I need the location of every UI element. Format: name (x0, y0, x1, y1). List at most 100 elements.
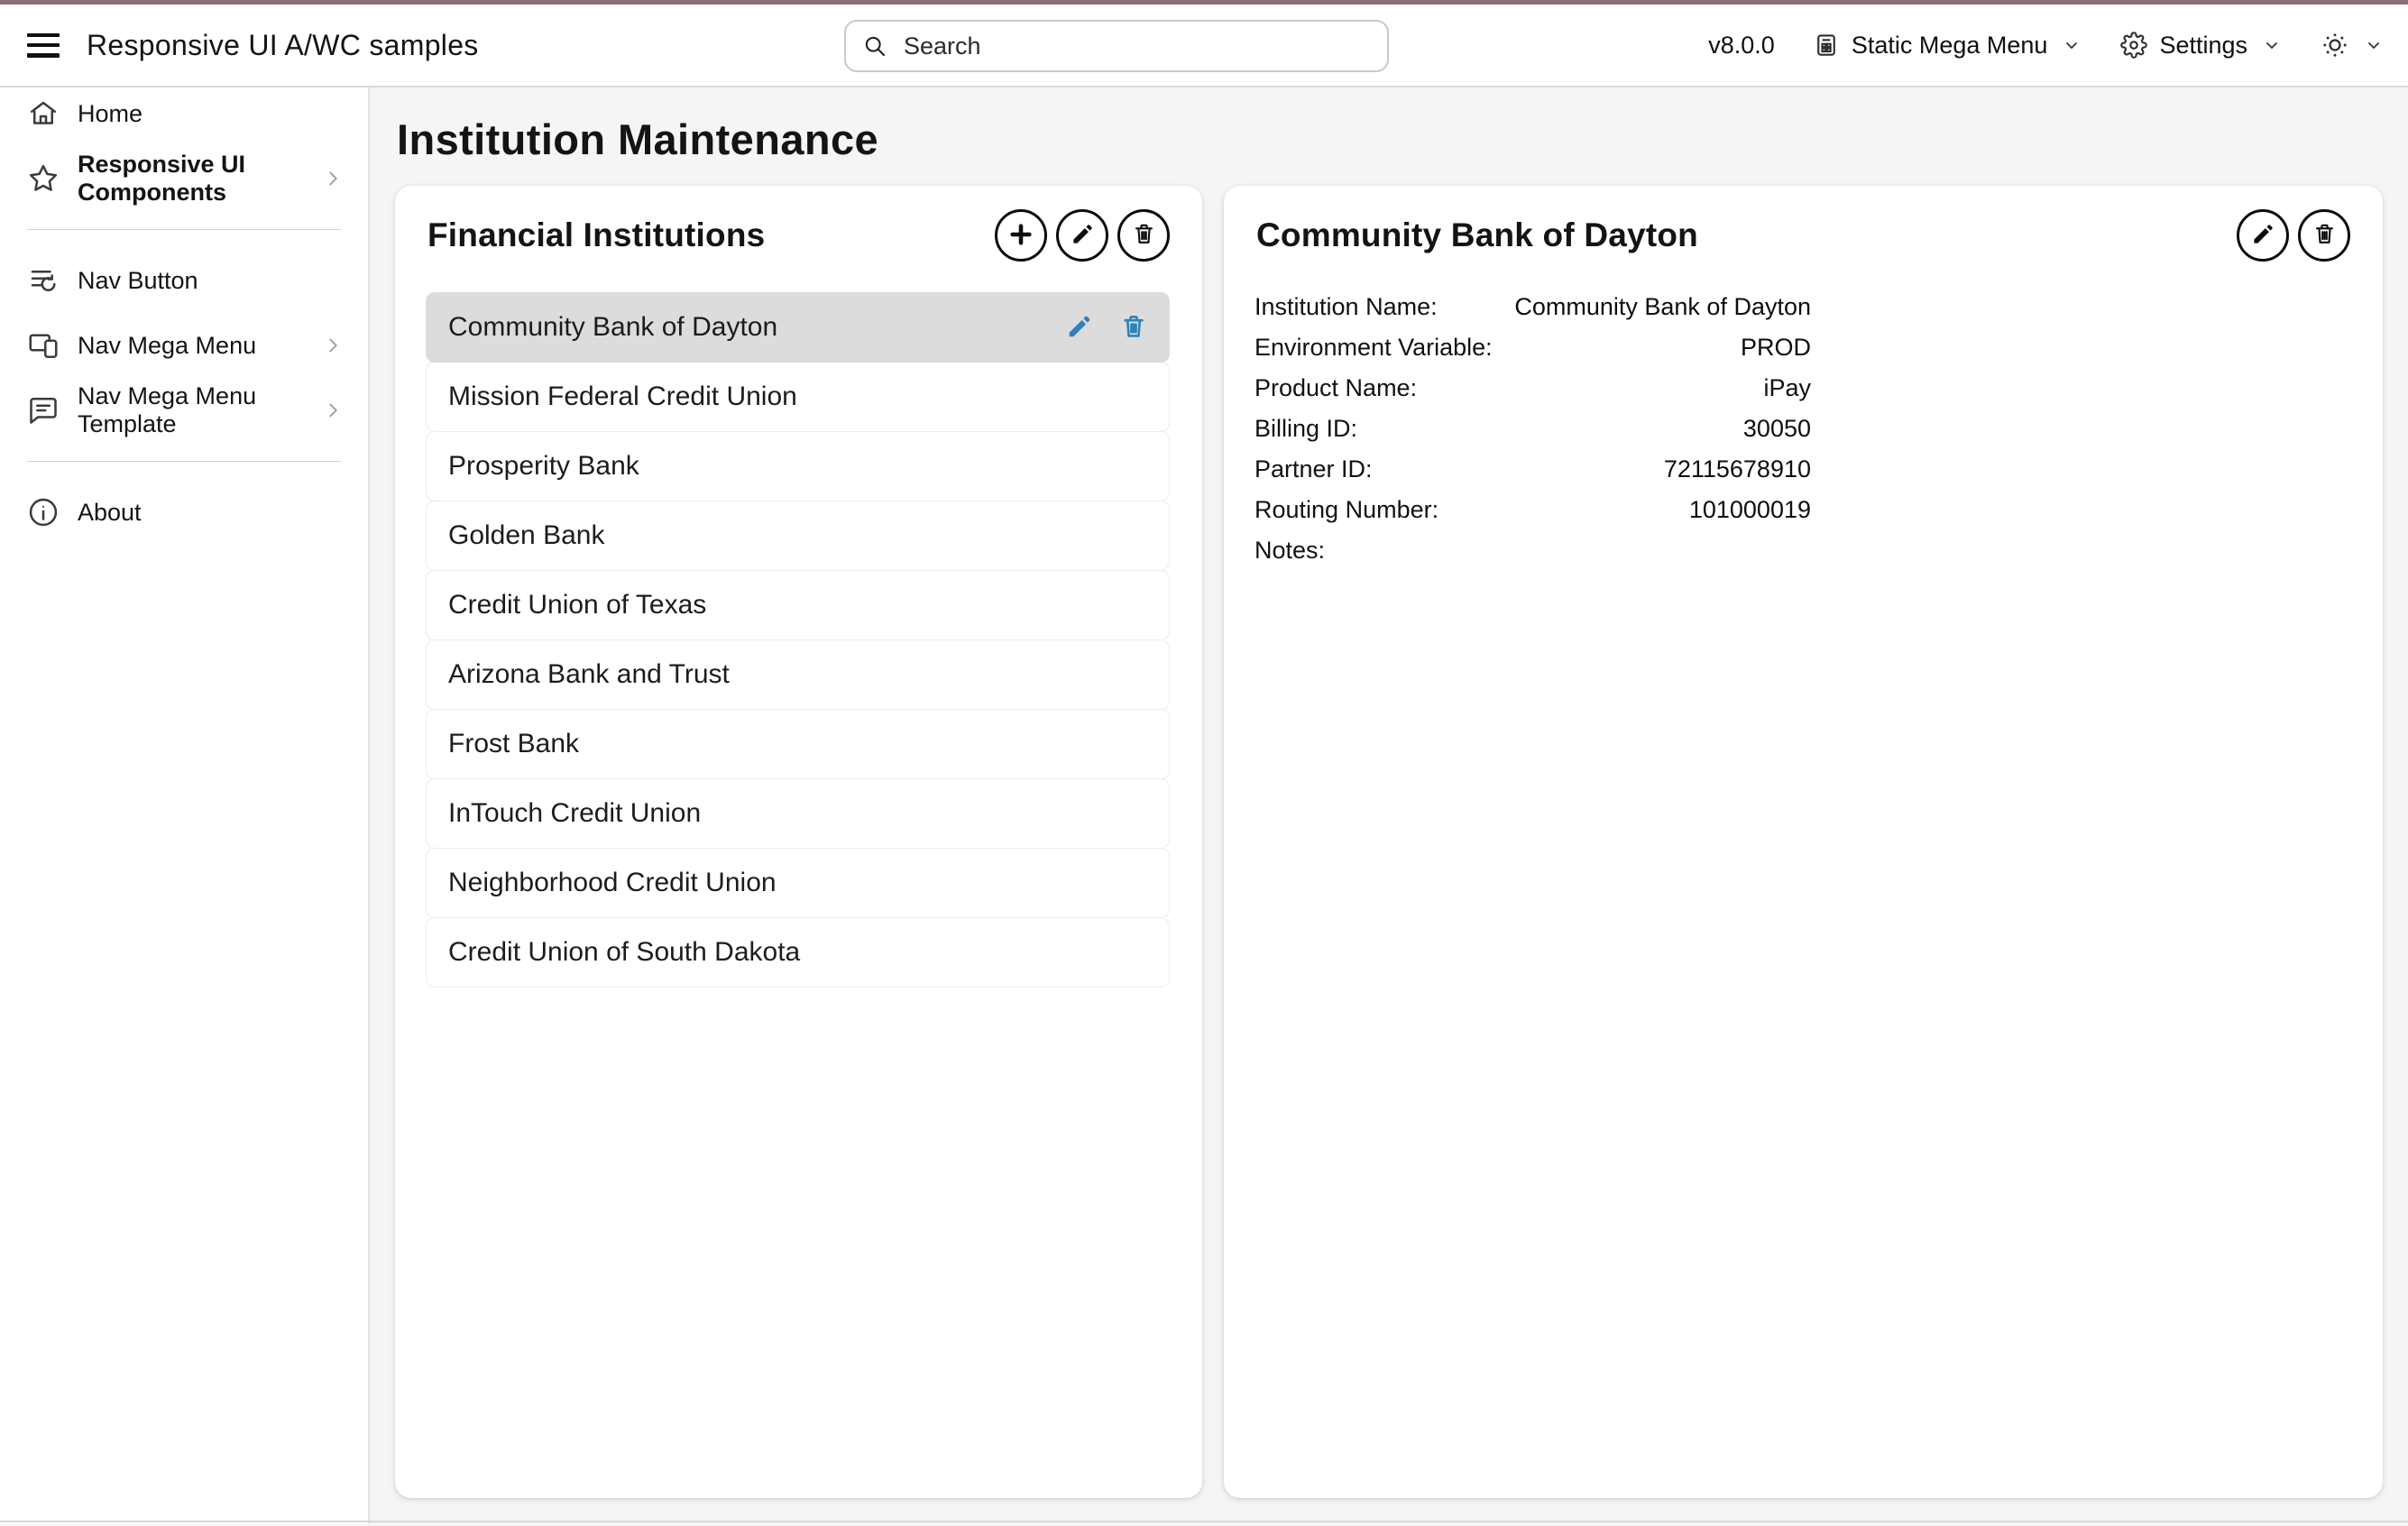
sidebar-item-nav-button[interactable]: Nav Button (0, 254, 368, 307)
edit-row-button[interactable] (1066, 313, 1093, 343)
mega-menu-dropdown[interactable]: Static Mega Menu (1813, 32, 2083, 60)
institution-name: Prosperity Bank (448, 451, 639, 482)
detail-field-row: Billing ID: 30050 (1255, 409, 1811, 449)
search-icon (862, 33, 887, 59)
detail-field-row: Partner ID: 72115678910 (1255, 449, 1811, 490)
field-label: Partner ID: (1255, 455, 1373, 483)
field-label: Notes: (1255, 537, 1325, 565)
detail-card-title: Community Bank of Dayton (1256, 216, 1698, 254)
list-card-title: Financial Institutions (427, 216, 765, 254)
hamburger-menu-icon[interactable] (27, 33, 60, 58)
page-title: Institution Maintenance (397, 115, 2383, 164)
institution-name: Neighborhood Credit Union (448, 868, 777, 898)
institution-list-item[interactable]: Frost Bank (426, 709, 1170, 779)
trash-icon (1120, 313, 1147, 343)
institution-name: Golden Bank (448, 520, 604, 551)
field-label: Routing Number: (1255, 496, 1438, 524)
institution-list-item[interactable]: Community Bank of Dayton (426, 292, 1170, 363)
chevron-right-icon (321, 399, 345, 422)
institution-list-item[interactable]: Prosperity Bank (426, 431, 1170, 501)
delete-institution-button[interactable] (1117, 209, 1170, 262)
sidebar: Home Responsive UI Components Nav Button Na… (0, 87, 370, 1524)
institution-name: Credit Union of South Dakota (448, 937, 800, 968)
institution-list-item[interactable]: Golden Bank (426, 501, 1170, 571)
sidebar-item-label: Nav Mega Menu (78, 332, 256, 360)
pencil-icon (1071, 222, 1095, 249)
search-input[interactable] (902, 32, 1371, 61)
institution-name: Credit Union of Texas (448, 590, 706, 621)
financial-institutions-card: Financial Institutions (395, 186, 1202, 1498)
field-value: PROD (1741, 334, 1811, 362)
field-label: Product Name: (1255, 374, 1417, 402)
topbar-right: v8.0.0 Static Mega Menu (1708, 31, 2385, 60)
main-content: Institution Maintenance Financial Instit… (370, 87, 2408, 1524)
field-value: 30050 (1743, 415, 1811, 443)
row-actions (1066, 313, 1147, 343)
add-institution-button[interactable] (995, 209, 1047, 262)
sidebar-item-nav-mega-menu[interactable]: Nav Mega Menu (0, 319, 368, 372)
mega-menu-label: Static Mega Menu (1852, 32, 2048, 60)
sidebar-item-label: Home (78, 100, 142, 128)
list-refresh-icon (27, 264, 60, 297)
sidebar-divider (27, 229, 341, 230)
institution-list-item[interactable]: InTouch Credit Union (426, 778, 1170, 849)
field-label: Environment Variable: (1255, 334, 1493, 362)
institution-name: Mission Federal Credit Union (448, 382, 797, 412)
field-value: iPay (1763, 374, 1811, 402)
settings-label: Settings (2159, 32, 2247, 60)
detail-field-row: Notes: (1255, 530, 1811, 571)
trash-icon (1132, 222, 1156, 249)
sidebar-item-label: Nav Button (78, 267, 198, 295)
info-circle-icon (27, 496, 60, 529)
chevron-right-icon (321, 334, 345, 357)
delete-detail-button[interactable] (2298, 209, 2350, 262)
chevron-down-icon (2261, 34, 2283, 56)
detail-field-row: Environment Variable: PROD (1255, 327, 1811, 368)
institution-list-item[interactable]: Neighborhood Credit Union (426, 848, 1170, 918)
institution-list: Community Bank of Dayton Mission Federal … (395, 278, 1202, 988)
app-bar: Responsive UI A/WC samples v8.0.0 Static… (0, 5, 2408, 87)
sidebar-item-label: Nav Mega Menu Template (78, 382, 303, 438)
bottom-divider (0, 1521, 2408, 1522)
institution-name: Community Bank of Dayton (448, 312, 777, 343)
message-square-icon (27, 394, 60, 427)
institution-name: InTouch Credit Union (448, 798, 701, 829)
gear-icon (2120, 32, 2147, 59)
chevron-right-icon (321, 167, 345, 190)
edit-detail-button[interactable] (2237, 209, 2289, 262)
devices-icon (27, 329, 60, 362)
institution-name: Frost Bank (448, 729, 579, 759)
field-value: 72115678910 (1664, 455, 1811, 483)
edit-institution-button[interactable] (1056, 209, 1108, 262)
sun-icon (2321, 31, 2349, 60)
field-label: Billing ID: (1255, 415, 1357, 443)
field-value: Community Bank of Dayton (1514, 293, 1811, 321)
star-icon (27, 162, 60, 195)
sidebar-item-responsive-ui-components[interactable]: Responsive UI Components (0, 152, 368, 205)
sidebar-divider (27, 461, 341, 462)
delete-row-button[interactable] (1120, 313, 1147, 343)
field-label: Institution Name: (1255, 293, 1438, 321)
sidebar-item-label: Responsive UI Components (78, 151, 303, 207)
theme-dropdown[interactable] (2321, 31, 2385, 60)
detail-fields: Institution Name: Community Bank of Dayto… (1224, 278, 2383, 571)
institution-list-item[interactable]: Mission Federal Credit Union (426, 362, 1170, 432)
pencil-icon (2251, 222, 2275, 249)
institution-list-item[interactable]: Credit Union of South Dakota (426, 917, 1170, 988)
search-box (844, 20, 1389, 72)
chevron-down-icon (2061, 34, 2082, 56)
sidebar-item-home[interactable]: Home (0, 87, 368, 140)
sidebar-item-label: About (78, 499, 142, 527)
app-title: Responsive UI A/WC samples (87, 29, 479, 62)
detail-field-row: Institution Name: Community Bank of Dayto… (1255, 287, 1811, 327)
sidebar-item-nav-mega-menu-template[interactable]: Nav Mega Menu Template (0, 384, 368, 437)
detail-field-row: Product Name: iPay (1255, 368, 1811, 409)
settings-dropdown[interactable]: Settings (2120, 32, 2283, 60)
institution-list-item[interactable]: Credit Union of Texas (426, 570, 1170, 640)
trash-icon (2312, 222, 2337, 249)
sidebar-item-about[interactable]: About (0, 486, 368, 538)
detail-field-row: Routing Number:101000019 (1255, 490, 1811, 530)
institution-list-item[interactable]: Arizona Bank and Trust (426, 639, 1170, 710)
plus-icon (1006, 220, 1035, 252)
version-label: v8.0.0 (1708, 32, 1775, 60)
